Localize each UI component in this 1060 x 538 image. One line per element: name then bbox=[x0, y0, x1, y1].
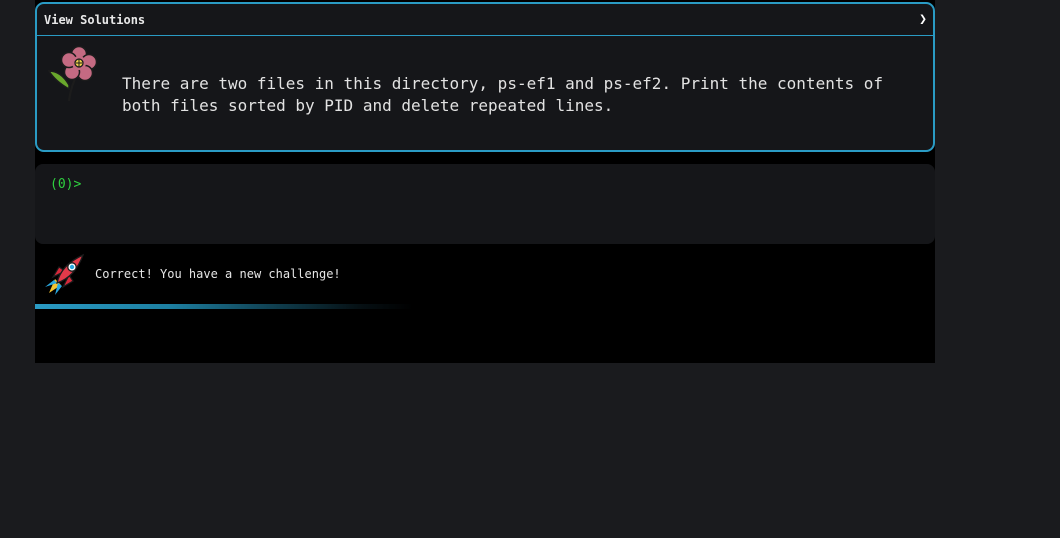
chevron-right-icon[interactable]: ❯ bbox=[919, 12, 927, 27]
challenge-description: There are two files in this directory, p… bbox=[122, 74, 883, 115]
app-container: View Solutions ❯ There are two files in … bbox=[35, 0, 935, 363]
solutions-header[interactable]: View Solutions ❯ bbox=[37, 4, 933, 36]
progress-bar bbox=[35, 304, 935, 309]
view-solutions-label[interactable]: View Solutions bbox=[44, 13, 145, 27]
rocket-icon bbox=[45, 253, 85, 295]
status-message-row: Correct! You have a new challenge! bbox=[43, 253, 923, 295]
shell-prompt: (0)> bbox=[50, 177, 82, 192]
challenge-panel: View Solutions ❯ There are two files in … bbox=[35, 2, 935, 152]
terminal-input[interactable]: (0)> bbox=[35, 164, 935, 244]
status-message: Correct! You have a new challenge! bbox=[95, 267, 341, 281]
flower-icon bbox=[47, 45, 98, 102]
progress-fill bbox=[35, 304, 575, 309]
